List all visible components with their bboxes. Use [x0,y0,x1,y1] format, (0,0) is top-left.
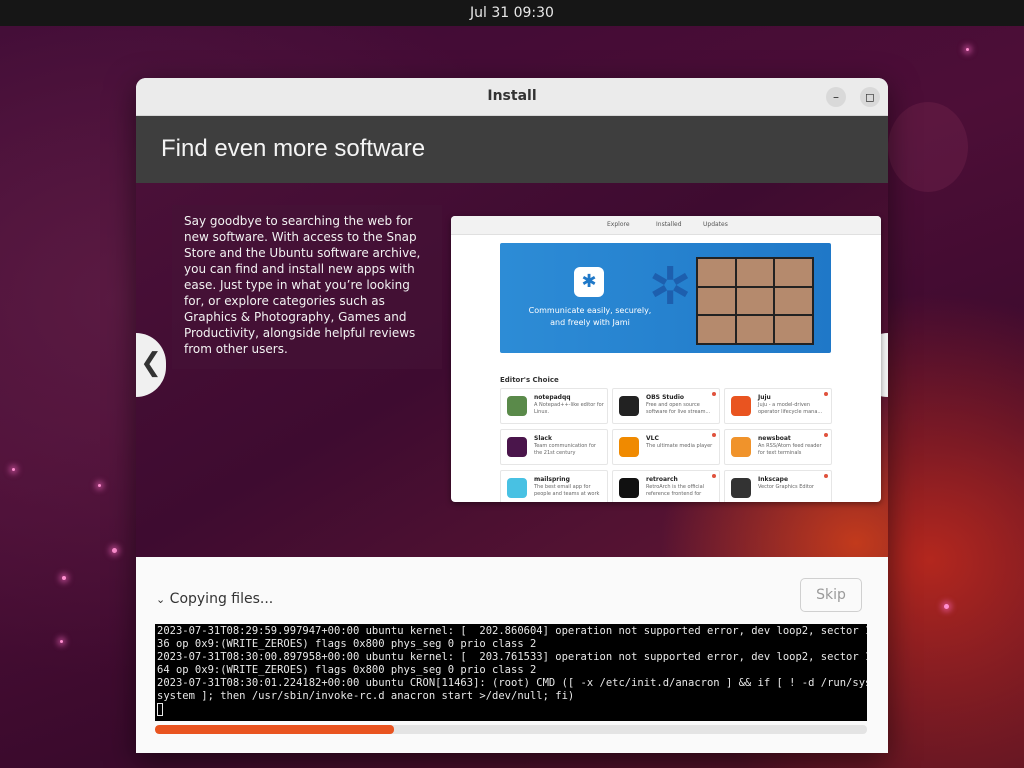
install-log[interactable]: 2023-07-31T08:29:59.997947+00:00 ubuntu … [155,624,867,721]
skip-button[interactable]: Skip [800,578,862,612]
tab-updates: Updates [703,221,728,228]
terminal-cursor [157,703,163,716]
app-description: A Notepad++-like editor for Linux. [534,402,604,415]
banner-text: Communicate easily, securely, and freely… [528,306,652,327]
app-name: VLC [646,435,659,442]
app-description: The ultimate media player [646,443,713,449]
badge-dot [712,474,716,478]
app-icon [619,437,639,457]
app-card: Juju Juju - a model-driven operator lifec… [724,388,832,424]
app-description: The best email app for people and teams … [534,484,600,497]
badge-dot [824,392,828,396]
minimize-button[interactable]: – [826,87,846,107]
app-name: OBS Studio [646,394,685,401]
app-card: notepadqq A Notepad++-like editor for Lin… [500,388,608,424]
app-description: Juju - a model-driven operator lifecycle… [758,402,823,415]
maximize-button[interactable]: ◻ [860,87,880,107]
tab-installed: Installed [656,221,682,228]
badge-dot [712,433,716,437]
wallpaper-orb [888,102,968,192]
tab-explore: Explore [607,221,630,228]
jami-logo-icon: ✱ [574,267,604,297]
badge-dot [824,474,828,478]
wallpaper-sparkle [12,468,15,471]
app-icon [507,437,527,457]
app-card: newsboat An RSS/Atom feed reader for text… [724,429,832,465]
slide-title: Find even more software [161,135,426,162]
app-icon [731,437,751,457]
app-name: mailspring [534,476,570,483]
slide-header: Find even more software [136,116,888,183]
app-description: Team communication for the 21st century [534,443,596,456]
badge-dot [712,392,716,396]
progress-bar [155,725,867,734]
app-name: Slack [534,435,552,442]
app-icon [619,396,639,416]
wallpaper-sparkle [966,48,969,51]
app-name: notepadqq [534,394,571,401]
title-bar[interactable]: Install – ◻ [136,78,888,116]
video-call-preview [696,257,814,345]
app-name: Inkscape [758,476,789,483]
app-description: An RSS/Atom feed reader for text termina… [758,443,822,456]
progress-toggle[interactable]: ⌄ Copying files... [156,591,273,607]
featured-banner: ✱ Communicate easily, securely, and free… [500,243,831,353]
wallpaper-sparkle [944,604,949,609]
progress-status: Copying files... [169,591,274,607]
app-card: mailspring The best email app for people … [500,470,608,502]
log-text: 2023-07-31T08:29:59.997947+00:00 ubuntu … [157,625,867,702]
chevron-left-icon: ❮ [140,348,162,378]
app-description: Free and open source software for live s… [646,402,711,415]
progress-section: ⌄ Copying files... Skip 2023-07-31T08:29… [136,557,888,753]
progress-bar-fill [155,725,394,734]
app-name: newsboat [758,435,791,442]
jami-knot-icon: ✲ [648,257,692,317]
installer-window: Install – ◻ Find even more software Say … [136,78,888,753]
app-store-screenshot: Explore Installed Updates ✱ Communicate … [451,216,881,502]
clock[interactable]: Jul 31 09:30 [0,5,1024,21]
app-card: Inkscape Vector Graphics Editor [724,470,832,502]
wallpaper-sparkle [98,484,101,487]
wallpaper-sparkle [60,640,63,643]
app-card: Slack Team communication for the 21st cen… [500,429,608,465]
app-name: retroarch [646,476,678,483]
chevron-down-icon: ⌄ [156,593,166,606]
badge-dot [824,433,828,437]
app-description: RetroArch is the official reference fron… [646,484,705,497]
top-bar: Jul 31 09:30 [0,0,1024,26]
wallpaper-sparkle [62,576,66,580]
slide-description: Say goodbye to searching the web for new… [172,205,442,369]
window-title: Install [487,88,537,104]
app-icon [731,478,751,498]
wallpaper-sparkle [112,548,117,553]
editors-choice-heading: Editor's Choice [500,376,559,384]
app-icon [731,396,751,416]
slideshow: Say goodbye to searching the web for new… [136,183,888,557]
app-icon [507,396,527,416]
app-icon [619,478,639,498]
app-card: VLC The ultimate media player [612,429,720,465]
app-card: OBS Studio Free and open source software … [612,388,720,424]
store-tabs: Explore Installed Updates [451,216,881,235]
app-description: Vector Graphics Editor [758,484,814,490]
app-icon [507,478,527,498]
previous-slide-button[interactable]: ❮ [136,333,166,397]
app-name: Juju [758,394,771,401]
app-card: retroarch RetroArch is the official refer… [612,470,720,502]
